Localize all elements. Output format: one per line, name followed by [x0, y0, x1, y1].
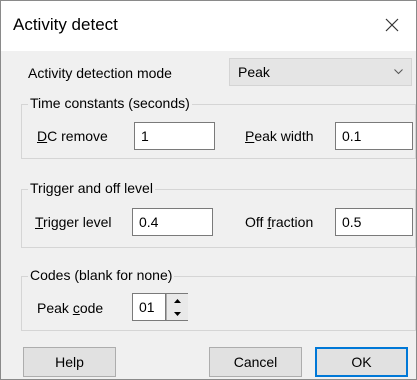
triangle-down-icon — [174, 311, 181, 316]
peak-code-input[interactable] — [132, 293, 166, 321]
cancel-button[interactable]: Cancel — [209, 347, 302, 377]
dc-remove-label: DC remove — [37, 128, 108, 144]
triangle-up-icon — [174, 298, 181, 303]
mode-label: Activity detection mode — [28, 65, 172, 81]
cancel-button-label: Cancel — [233, 354, 278, 370]
mode-select[interactable]: Peak — [229, 58, 412, 86]
title-bar: Activity detect — [1, 1, 416, 51]
trigger-level-label: Trigger level — [35, 214, 112, 230]
close-button[interactable] — [380, 13, 404, 37]
peak-width-input[interactable] — [335, 122, 413, 150]
codes-title: Codes (blank for none) — [28, 266, 175, 284]
help-button-label: Help — [55, 354, 84, 370]
mode-select-value: Peak — [238, 64, 270, 80]
spin-up-button[interactable] — [166, 294, 188, 308]
dc-remove-input[interactable] — [134, 122, 215, 150]
ok-button[interactable]: OK — [315, 347, 408, 377]
help-button[interactable]: Help — [23, 347, 116, 377]
spin-down-button[interactable] — [166, 307, 188, 320]
time-constants-title: Time constants (seconds) — [28, 94, 192, 112]
peak-code-label: Peak code — [37, 300, 104, 316]
activity-detect-dialog: Activity detect Activity detection mode … — [0, 0, 417, 380]
ok-button-label: OK — [351, 354, 372, 370]
peak-code-stepper[interactable] — [166, 293, 188, 321]
off-fraction-label: Off fraction — [245, 214, 314, 230]
chevron-down-icon — [394, 69, 403, 75]
dialog-title: Activity detect — [13, 15, 118, 34]
off-fraction-input[interactable] — [335, 208, 413, 236]
peak-width-label: Peak width — [245, 128, 314, 144]
trigger-title: Trigger and off level — [28, 179, 155, 197]
close-icon — [385, 18, 399, 32]
trigger-level-input[interactable] — [132, 208, 213, 236]
